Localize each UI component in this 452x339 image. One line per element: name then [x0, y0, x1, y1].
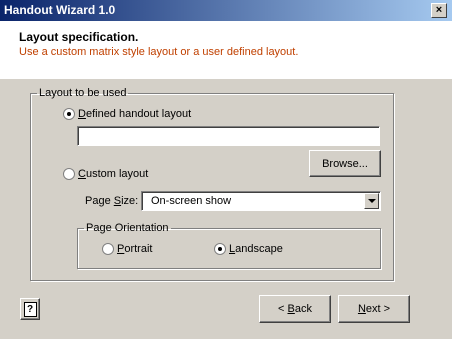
- page-size-label: Page Size:: [85, 195, 139, 207]
- title-bar: Handout Wizard 1.0 ×: [0, 0, 452, 21]
- custom-layout-radio[interactable]: [63, 168, 75, 180]
- layout-group-legend: Layout to be used: [39, 87, 127, 99]
- page-subheading: Use a custom matrix style layout or a us…: [19, 46, 299, 58]
- back-button[interactable]: < Back: [259, 295, 331, 323]
- landscape-label[interactable]: Landscape: [229, 243, 283, 255]
- close-button[interactable]: ×: [431, 3, 447, 18]
- page-size-value: On-screen show: [151, 195, 232, 207]
- next-button[interactable]: Next >: [338, 295, 410, 323]
- close-icon: ×: [435, 4, 443, 16]
- defined-layout-label[interactable]: Defined handout layout: [78, 108, 191, 120]
- help-button[interactable]: ?: [20, 298, 40, 320]
- custom-layout-label[interactable]: Custom layout: [78, 168, 148, 180]
- browse-button-label: Browse...: [322, 157, 368, 170]
- portrait-radio[interactable]: [102, 243, 114, 255]
- window-title: Handout Wizard 1.0: [4, 3, 116, 17]
- browse-button[interactable]: Browse...: [309, 150, 381, 177]
- wizard-header: Layout specification. Use a custom matri…: [0, 21, 452, 79]
- handout-path-input[interactable]: [77, 126, 380, 146]
- defined-layout-radio[interactable]: [63, 108, 75, 120]
- header-divider: [0, 78, 452, 79]
- back-button-label: < Back: [278, 303, 312, 315]
- page-heading: Layout specification.: [19, 30, 139, 44]
- portrait-label[interactable]: Portrait: [117, 243, 152, 255]
- chevron-down-icon[interactable]: [364, 193, 379, 209]
- orientation-group-legend: Page Orientation: [86, 222, 169, 234]
- help-icon: ?: [23, 301, 37, 317]
- landscape-radio[interactable]: [214, 243, 226, 255]
- next-button-label: Next >: [357, 303, 391, 315]
- page-size-select[interactable]: On-screen show: [141, 191, 381, 211]
